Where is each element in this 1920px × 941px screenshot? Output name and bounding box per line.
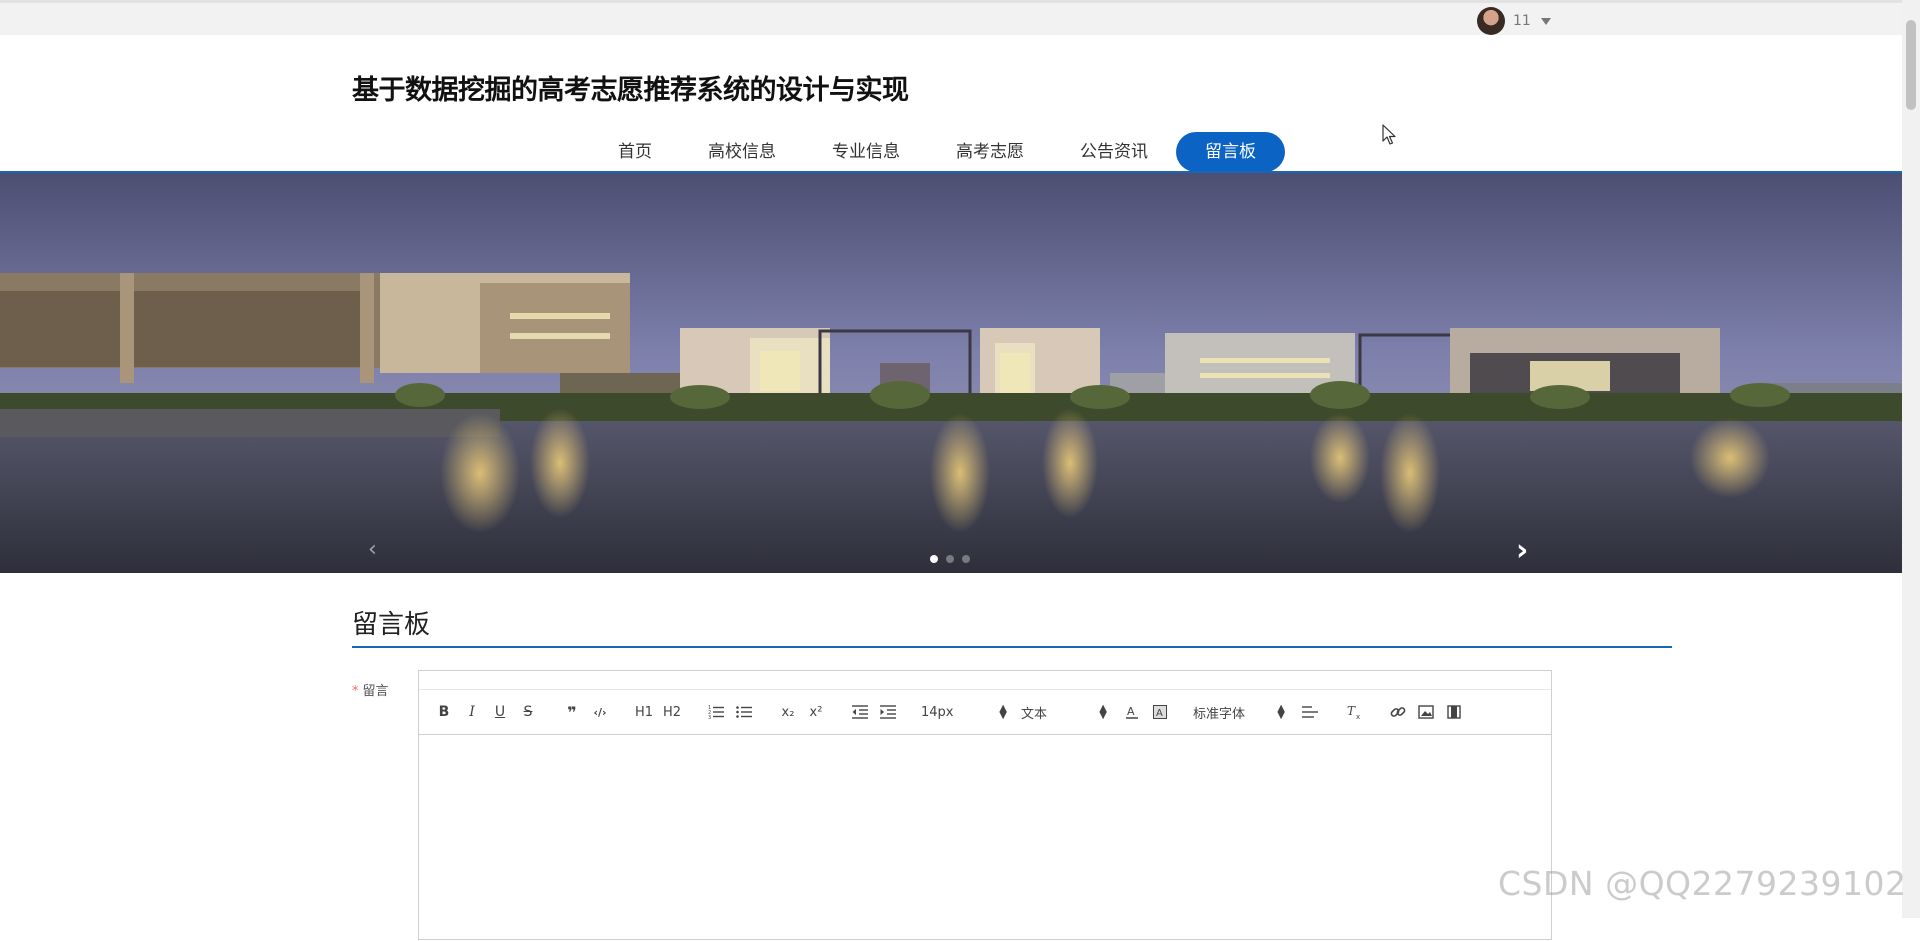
underline-button[interactable]: U xyxy=(489,700,511,724)
banner-image xyxy=(0,173,1902,573)
font-family-select[interactable]: 标准字体 ▲ ▼ xyxy=(1193,703,1285,722)
bold-button[interactable]: B xyxy=(433,700,455,724)
carousel-next-icon[interactable]: › xyxy=(1516,533,1528,568)
video-icon xyxy=(1447,705,1461,719)
link-icon xyxy=(1390,707,1406,717)
clear-format-button[interactable]: Tx xyxy=(1343,700,1365,724)
svg-text:A: A xyxy=(1127,705,1135,718)
format-select[interactable]: 文本 ▲ ▼ xyxy=(1021,703,1107,722)
indent-button[interactable] xyxy=(877,700,899,724)
carousel-prev-icon[interactable]: ‹ xyxy=(368,537,377,562)
heading-2-button[interactable]: H2 xyxy=(661,700,683,724)
svg-text:A: A xyxy=(1156,708,1163,719)
nav-schools[interactable]: 高校信息 xyxy=(680,132,804,172)
scrollbar-thumb[interactable] xyxy=(1906,20,1916,110)
code-block-button[interactable]: ‹/› xyxy=(589,700,611,724)
subscript-button[interactable]: x₂ xyxy=(777,700,799,724)
indent-icon xyxy=(880,705,896,719)
required-mark: * xyxy=(352,684,359,699)
nav-volunteer[interactable]: 高考志愿 xyxy=(928,132,1052,172)
rich-text-editor: B I U S ❞ ‹/› H1 H2 123 x₂ x² 14px ▲ ▼ 文… xyxy=(418,670,1552,940)
font-color-icon: A xyxy=(1126,705,1138,719)
select-arrows-icon: ▲ ▼ xyxy=(1099,703,1107,721)
background-color-button[interactable]: A xyxy=(1149,700,1171,724)
bullet-list-icon xyxy=(736,706,752,718)
align-left-icon xyxy=(1302,706,1318,718)
mouse-cursor-icon xyxy=(1382,124,1396,145)
nav-majors[interactable]: 专业信息 xyxy=(804,132,928,172)
video-button[interactable] xyxy=(1443,700,1465,724)
user-name[interactable]: 11 xyxy=(1513,13,1531,29)
user-menu[interactable]: 11 xyxy=(1477,7,1551,35)
blockquote-button[interactable]: ❞ xyxy=(561,700,583,724)
carousel-dots xyxy=(930,555,970,563)
main-nav: 首页 高校信息 专业信息 高考志愿 公告资讯 留言板 xyxy=(590,132,1285,172)
section-title: 留言板 xyxy=(352,610,431,640)
link-button[interactable] xyxy=(1387,700,1409,724)
watermark: CSDN @QQ2279239102 xyxy=(1498,864,1907,903)
svg-text:3: 3 xyxy=(708,715,711,719)
superscript-button[interactable]: x² xyxy=(805,700,827,724)
background-color-icon: A xyxy=(1153,705,1167,719)
clear-format-icon: Tx xyxy=(1347,705,1360,719)
font-size-value: 14px xyxy=(921,704,954,720)
strike-button[interactable]: S xyxy=(517,700,539,724)
caret-down-icon[interactable] xyxy=(1540,17,1551,25)
font-color-button[interactable]: A xyxy=(1121,700,1143,724)
ordered-list-button[interactable]: 123 xyxy=(705,700,727,724)
outdent-icon xyxy=(852,705,868,719)
section-divider xyxy=(352,646,1672,648)
carousel-dot-3[interactable] xyxy=(962,555,970,563)
image-button[interactable] xyxy=(1415,700,1437,724)
font-family-value: 标准字体 xyxy=(1193,706,1246,722)
font-size-select[interactable]: 14px ▲ ▼ xyxy=(921,703,1007,721)
nav-home[interactable]: 首页 xyxy=(590,132,680,172)
italic-button[interactable]: I xyxy=(461,700,483,724)
svg-text:x: x xyxy=(1356,713,1360,719)
outdent-button[interactable] xyxy=(849,700,871,724)
message-label-text: 留言 xyxy=(362,684,389,699)
nav-message-board[interactable]: 留言板 xyxy=(1176,132,1285,172)
editor-content-area[interactable] xyxy=(419,735,1551,941)
format-value: 文本 xyxy=(1021,706,1048,722)
select-arrows-icon: ▲ ▼ xyxy=(999,703,1007,721)
avatar[interactable] xyxy=(1477,7,1505,35)
select-arrows-icon: ▲ ▼ xyxy=(1277,703,1285,721)
page-scrollbar[interactable] xyxy=(1902,0,1920,918)
bullet-list-button[interactable] xyxy=(733,700,755,724)
svg-text:T: T xyxy=(1347,705,1356,718)
banner-carousel[interactable]: ‹ › xyxy=(0,173,1902,573)
align-button[interactable] xyxy=(1299,700,1321,724)
site-title: 基于数据挖掘的高考志愿推荐系统的设计与实现 xyxy=(352,75,909,106)
carousel-dot-1[interactable] xyxy=(930,555,938,563)
ordered-list-icon: 123 xyxy=(708,705,724,719)
message-field-label: * 留言 xyxy=(352,680,389,699)
heading-1-button[interactable]: H1 xyxy=(633,700,655,724)
nav-news[interactable]: 公告资讯 xyxy=(1052,132,1176,172)
carousel-dot-2[interactable] xyxy=(946,555,954,563)
editor-top-strip xyxy=(419,671,1551,690)
top-bar: 11 xyxy=(0,0,1920,35)
editor-toolbar: B I U S ❞ ‹/› H1 H2 123 x₂ x² 14px ▲ ▼ 文… xyxy=(419,690,1551,735)
image-icon xyxy=(1418,705,1434,719)
